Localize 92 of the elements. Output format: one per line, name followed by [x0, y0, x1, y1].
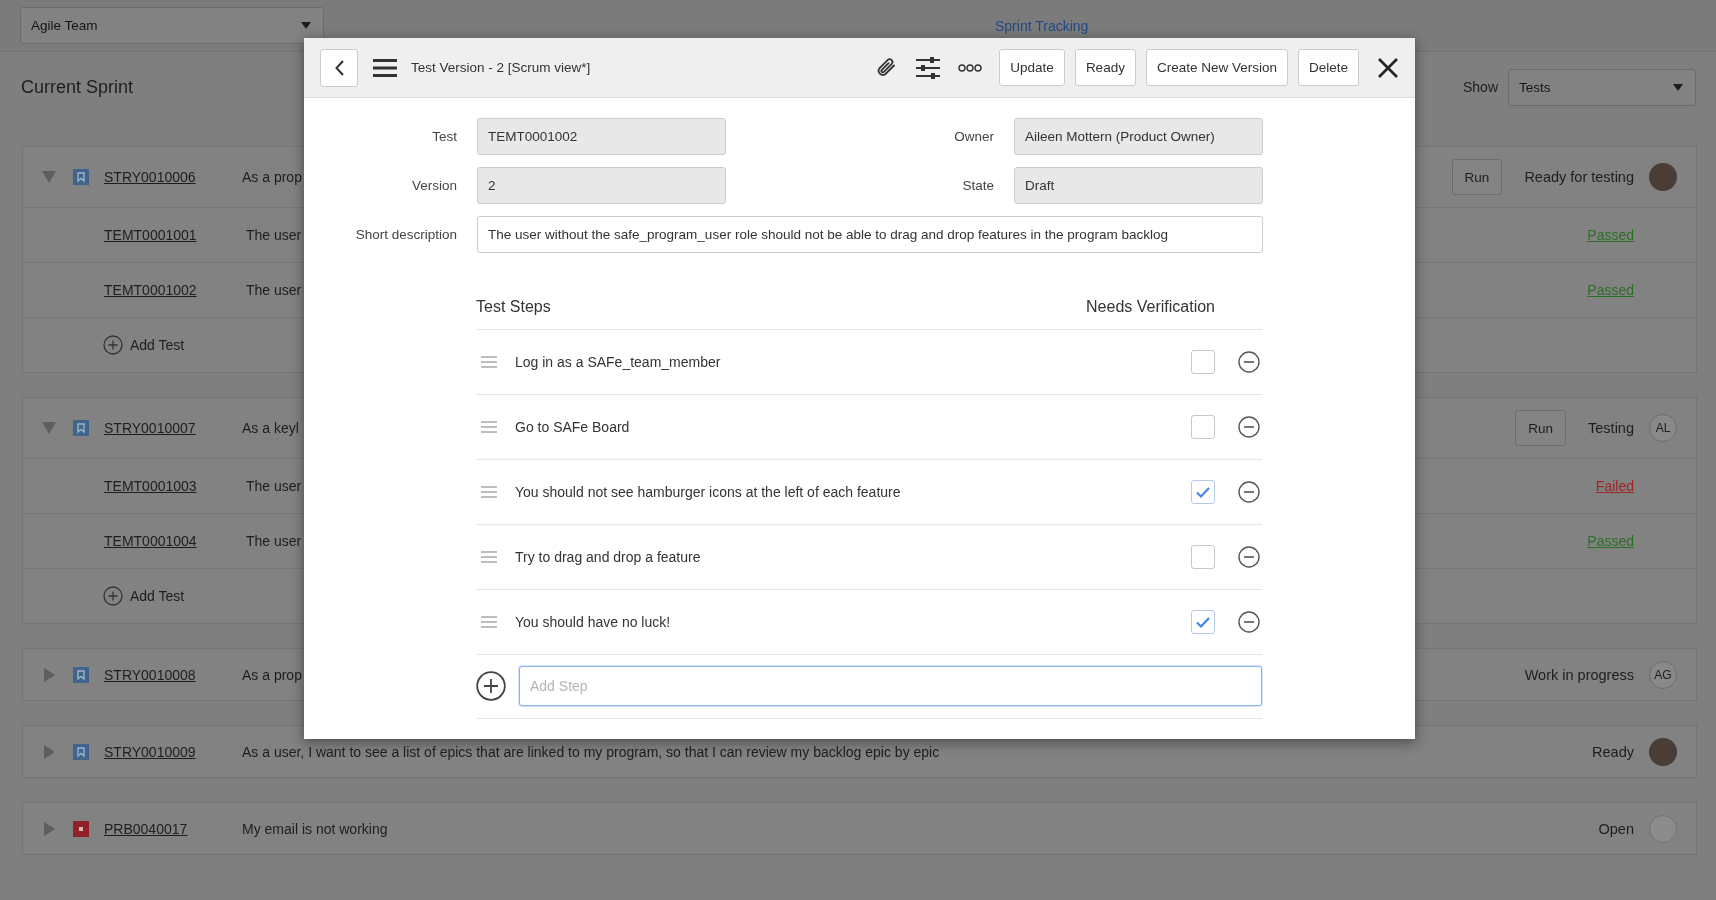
test-description: The user [246, 282, 302, 298]
test-description: The user [246, 227, 302, 243]
close-icon[interactable] [1377, 56, 1399, 79]
field-label: State [962, 178, 994, 193]
problem-icon [73, 820, 89, 837]
checkbox[interactable] [1191, 480, 1215, 504]
add-test-link[interactable]: Add Test [103, 586, 185, 606]
field-label: Test [432, 129, 457, 144]
story-icon [73, 666, 89, 683]
checkmark-icon [1196, 486, 1210, 498]
story-status: Ready [1592, 743, 1634, 760]
field-label: Version [411, 178, 457, 193]
step-text: Try to drag and drop a feature [515, 549, 701, 565]
avatar-photo-placeholder [1649, 163, 1677, 191]
show-label: Show [1462, 79, 1498, 95]
add-step-field[interactable]: Add Step [519, 666, 1262, 706]
checkbox[interactable] [1191, 545, 1215, 569]
story-status: Testing [1588, 420, 1634, 436]
more-icon[interactable] [958, 63, 983, 72]
story-number-link[interactable]: STRY0010006 [104, 169, 196, 185]
run-button[interactable]: Run [1515, 410, 1567, 446]
plus-circle-icon[interactable] [476, 671, 506, 701]
sliders-icon[interactable] [916, 56, 941, 79]
test-number-link[interactable]: TEMT0001002 [104, 282, 197, 298]
test-description: The user [246, 478, 302, 494]
text-field[interactable]: The user without the safe_program_user role should not be able to drag and drop features in the program backlog [477, 216, 1263, 253]
step-text: You should not see hamburger icons at the left of each feature [515, 484, 901, 500]
avatar-photo-placeholder [1649, 737, 1677, 766]
minus-circle-icon[interactable] [1238, 416, 1260, 438]
drag-handle-icon[interactable] [481, 551, 497, 563]
column-heading: Needs Verification [1086, 298, 1215, 316]
plus-circle-icon [103, 335, 123, 355]
drag-handle-icon[interactable] [481, 356, 497, 368]
add-test-link[interactable]: Add Test [103, 335, 185, 355]
checkbox[interactable] [1191, 415, 1215, 439]
dialog-title: Test Version - 2 [Scrum view*] [411, 60, 591, 75]
toolbar-button[interactable]: Create New Version [1145, 49, 1288, 86]
drag-handle-icon[interactable] [481, 486, 497, 498]
caret-icon [1673, 83, 1683, 91]
step-text: You should have no luck! [515, 614, 671, 630]
story-number-link[interactable]: STRY0010007 [104, 420, 196, 436]
section-title: Test Steps [476, 298, 551, 316]
step-text: Log in as a SAFe_team_member [515, 354, 721, 370]
test-number-link[interactable]: TEMT0001003 [104, 478, 197, 494]
story-number-link[interactable]: STRY0010009 [104, 743, 196, 760]
story-icon [73, 743, 89, 760]
story-status: Work in progress [1524, 666, 1634, 683]
text-field[interactable]: Aileen Mottern (Product Owner) [1014, 118, 1263, 155]
story-description: As a prop [242, 666, 302, 683]
plus-circle-icon [103, 586, 123, 606]
checkbox[interactable] [1191, 350, 1215, 374]
field-label: Owner [954, 129, 994, 144]
story-description: As a user, I want to see a list of epics that are linked to my program, so that I can review my backlog epic by epic [242, 743, 940, 760]
toolbar-button[interactable]: Update [999, 49, 1065, 86]
drag-handle-icon[interactable] [481, 421, 497, 433]
drag-handle-icon[interactable] [481, 616, 497, 628]
chevron-left-icon [334, 59, 344, 76]
minus-circle-icon[interactable] [1238, 611, 1260, 633]
text-field[interactable]: Draft [1014, 167, 1263, 204]
team-select[interactable]: Agile Team [20, 7, 324, 44]
checkmark-icon [1196, 616, 1210, 628]
minus-circle-icon[interactable] [1238, 351, 1260, 373]
story-icon [73, 420, 89, 436]
story-description: As a prop [242, 169, 302, 185]
back-button[interactable] [320, 48, 358, 87]
text-field[interactable]: TEMT0001002 [477, 118, 726, 155]
avatar-initials: AL [1649, 414, 1677, 442]
show-select[interactable]: Tests [1508, 68, 1696, 106]
toolbar-button[interactable]: Ready [1074, 49, 1136, 86]
page-title: Current Sprint [21, 76, 134, 98]
text-field[interactable]: 2 [477, 167, 726, 204]
checkbox[interactable] [1191, 610, 1215, 634]
story-number-link[interactable]: PRB0040017 [104, 820, 188, 837]
caret-icon [301, 22, 311, 29]
test-description: The user [246, 533, 302, 549]
menu-icon[interactable] [373, 58, 397, 77]
field-label: Short description [355, 227, 457, 242]
minus-circle-icon[interactable] [1238, 481, 1260, 503]
run-button[interactable]: Run [1451, 159, 1503, 195]
test-number-link[interactable]: TEMT0001004 [104, 533, 197, 549]
story-status: Ready for testing [1524, 169, 1634, 185]
story-description: My email is not working [242, 820, 388, 837]
avatar-initials: AG [1649, 660, 1677, 689]
toolbar-button[interactable]: Delete [1297, 49, 1359, 86]
minus-circle-icon[interactable] [1238, 546, 1260, 568]
story-icon [73, 169, 89, 185]
paperclip-icon[interactable] [875, 56, 898, 79]
story-description: As a keyl [242, 420, 299, 436]
story-number-link[interactable]: STRY0010008 [104, 666, 196, 683]
test-number-link[interactable]: TEMT0001001 [104, 227, 197, 243]
step-text: Go to SAFe Board [515, 419, 630, 435]
story-status: Open [1598, 820, 1634, 837]
